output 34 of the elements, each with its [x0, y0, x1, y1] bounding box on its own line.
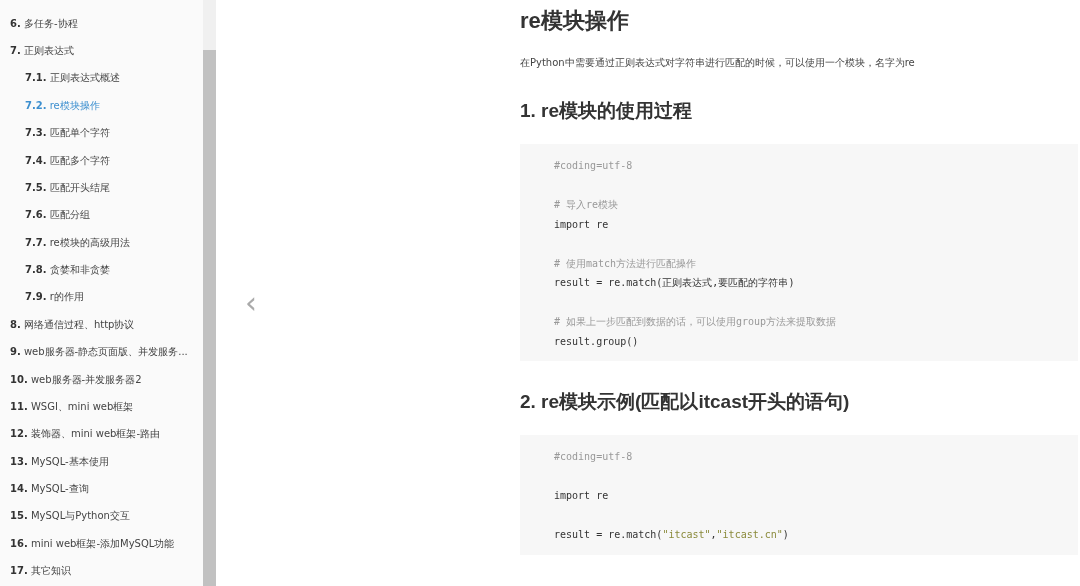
code-line: #coding=utf-8: [554, 159, 633, 173]
sidebar-item[interactable]: 8. 网络通信过程、http协议: [0, 311, 139, 339]
sidebar-item[interactable]: 13. MySQL-基本使用: [0, 448, 113, 476]
sidebar-item[interactable]: 7.4. 匹配多个字符: [0, 146, 114, 175]
sidebar-item[interactable]: 17. 其它知识: [0, 557, 75, 585]
sidebar-item[interactable]: 7. 正则表达式: [0, 37, 78, 65]
sidebar-item[interactable]: 16. mini web框架-添加MySQL功能: [0, 530, 179, 558]
code-line: result.group(): [554, 334, 639, 349]
sidebar-item[interactable]: 7.5. 匹配开头结尾: [0, 174, 114, 202]
sidebar-item[interactable]: 10. web服务器-并发服务器2: [0, 365, 146, 394]
code-line: result = re.match(正则表达式,要匹配的字符串): [554, 276, 795, 290]
sidebar-item[interactable]: 7.8. 贪婪和非贪婪: [0, 256, 114, 284]
page-title: re模块操作: [520, 7, 630, 35]
section-heading: 1. re模块的使用过程: [520, 99, 694, 123]
sidebar-item[interactable]: 7.3. 匹配单个字符: [0, 119, 114, 147]
code-line: result = re.match("itcast","itcast.cn"): [554, 528, 789, 542]
code-line: import re: [554, 489, 609, 503]
code-line: #coding=utf-8: [554, 450, 633, 464]
paragraph: 在Python中需要通过正则表达式对字符串进行匹配的时候，可以使用一个模块，名字为re: [520, 56, 916, 70]
sidebar-item[interactable]: 11. WSGI、mini web框架: [0, 393, 138, 421]
code-line: import re: [554, 217, 609, 232]
sidebar-item[interactable]: 14. MySQL-查询: [0, 475, 93, 503]
sidebar-item[interactable]: 7.7. re模块的高级用法: [0, 229, 134, 257]
sidebar-item[interactable]: 15. MySQL与Python交互: [0, 502, 134, 531]
sidebar-item[interactable]: 7.1. 正则表达式概述: [0, 64, 124, 93]
sidebar-item[interactable]: 7.2. re模块操作: [0, 92, 104, 120]
sidebar-item[interactable]: 9. web服务器-静态页面版、并发服务...: [0, 338, 192, 366]
code-line: # 使用match方法进行匹配操作: [554, 256, 697, 271]
sidebar-item[interactable]: 6. 多任务-协程: [0, 10, 82, 38]
code-line: # 导入re模块: [554, 198, 619, 212]
sidebar-item[interactable]: 7.6. 匹配分组: [0, 201, 94, 229]
sidebar-item[interactable]: 12. 装饰器、mini web框架-路由: [0, 420, 164, 448]
section-heading: 2. re模块示例(匹配以itcast开头的语句): [520, 390, 851, 414]
sidebar-item[interactable]: 7.9. r的作用: [0, 283, 88, 312]
